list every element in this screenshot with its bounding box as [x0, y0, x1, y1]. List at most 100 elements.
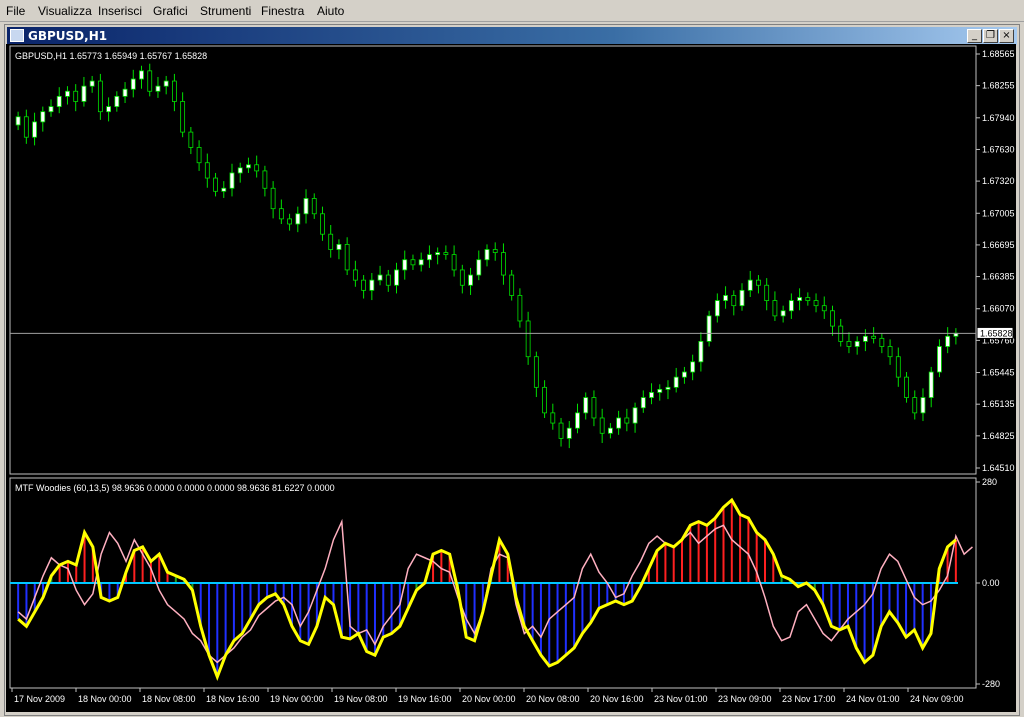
candle-body	[920, 397, 926, 414]
candle-body	[756, 279, 761, 286]
minimize-button[interactable]: _	[967, 29, 982, 43]
time-tick-label: 23 Nov 09:00	[718, 694, 772, 704]
candle-body	[188, 131, 194, 148]
indicator-tick-label: 280	[982, 477, 997, 487]
menu-inserisci[interactable]: Inserisci	[98, 4, 142, 18]
candle-body	[418, 259, 424, 266]
price-tick-label: 1.67320	[982, 176, 1015, 186]
candle-body	[270, 187, 276, 210]
candle-body	[813, 300, 819, 307]
candle-body	[616, 417, 622, 429]
candle-body	[879, 337, 885, 347]
close-button[interactable]: ×	[999, 29, 1014, 43]
candle-body	[320, 213, 325, 235]
candle-body	[846, 341, 852, 347]
candle-body	[56, 95, 62, 107]
candle-body	[698, 341, 704, 363]
candle-body	[871, 335, 877, 339]
candle-body	[295, 213, 301, 225]
menu-finestra[interactable]: Finestra	[261, 4, 304, 18]
time-tick-label: 24 Nov 09:00	[910, 694, 964, 704]
candle-body	[821, 305, 827, 312]
time-axis: 17 Nov 2009 18 Nov 00:00 18 Nov 08:00 18 No…	[11, 688, 964, 704]
candle-body	[484, 249, 490, 261]
indicator-axis: 280 0.00 -280	[976, 477, 1000, 689]
chart-window-icon	[10, 29, 24, 42]
candle-body	[937, 346, 942, 373]
candle-body	[204, 162, 210, 179]
price-tick-label: 1.65135	[982, 399, 1015, 409]
candle-body	[89, 80, 95, 87]
candle-body	[15, 116, 21, 126]
candle-body	[48, 106, 54, 113]
candle-body	[640, 397, 646, 409]
menu-aiuto[interactable]: Aiuto	[317, 4, 344, 18]
chart-window-title: GBPUSD,H1	[28, 29, 108, 43]
candle-body	[805, 297, 811, 301]
candle-body	[81, 85, 87, 102]
candle-body	[155, 85, 161, 92]
candle-body	[830, 310, 835, 327]
price-tick-label: 1.67005	[982, 208, 1015, 218]
chart-area[interactable]: GBPUSD,H1 1.65773 1.65949 1.65767 1.6582…	[6, 44, 1016, 712]
candle-body	[912, 397, 918, 414]
indicator-tick-label: -280	[982, 679, 1000, 689]
candle-body	[525, 320, 531, 358]
candle-body	[369, 279, 375, 291]
indicator-tick-label: 0.00	[982, 578, 1000, 588]
main-price-axis: 1.68565 1.68255 1.67940 1.67630 1.67320 1.670…	[976, 49, 1015, 473]
candle-body	[451, 254, 457, 271]
candle-body	[139, 70, 144, 80]
candle-body	[287, 218, 292, 225]
candle-body	[706, 315, 712, 342]
menu-strumenti[interactable]: Strumenti	[200, 4, 251, 18]
candle-body	[657, 388, 663, 393]
time-tick-label: 19 Nov 16:00	[398, 694, 452, 704]
time-tick-label: 18 Nov 16:00	[206, 694, 260, 704]
time-tick-label: 19 Nov 00:00	[270, 694, 324, 704]
candle-body	[262, 170, 268, 189]
candle-body	[237, 167, 243, 174]
candle-body	[410, 259, 416, 266]
candle-body	[673, 376, 679, 388]
main-pane-frame	[9, 45, 977, 475]
candle-body	[336, 244, 342, 250]
candle-body	[747, 279, 753, 291]
menu-grafici[interactable]: Grafici	[153, 4, 188, 18]
restore-button[interactable]: ❐	[983, 29, 998, 43]
candle-body	[130, 78, 136, 90]
candle-body	[40, 111, 46, 123]
time-tick-label: 20 Nov 16:00	[590, 694, 644, 704]
candle-body	[106, 106, 111, 113]
candle-body	[65, 90, 70, 97]
candle-body	[723, 295, 728, 301]
current-price-label: 1.65828	[980, 328, 1013, 338]
time-tick-label: 19 Nov 08:00	[334, 694, 388, 704]
price-tick-label: 1.66385	[982, 272, 1015, 282]
candle-body	[731, 295, 737, 307]
candle-body	[427, 254, 432, 261]
candle-body	[180, 101, 186, 133]
candle-body	[566, 427, 572, 439]
time-tick-label: 23 Nov 17:00	[782, 694, 836, 704]
candle-body	[172, 80, 177, 102]
candle-body	[311, 198, 317, 215]
menu-visualizza[interactable]: Visualizza	[38, 4, 92, 18]
candle-body	[468, 274, 473, 286]
indicator-label: MTF Woodies (60,13,5) 98.9636 0.0000 0.0…	[15, 483, 335, 493]
candle-body	[246, 164, 251, 169]
candle-body	[114, 95, 120, 107]
candle-body	[690, 361, 696, 373]
price-tick-label: 1.67940	[982, 113, 1015, 123]
candle-body	[928, 371, 934, 398]
candle-body	[23, 116, 29, 138]
candle-body	[895, 356, 901, 378]
time-tick-label: 18 Nov 00:00	[78, 694, 132, 704]
chart-window-titlebar[interactable]: GBPUSD,H1 _ ❐ ×	[7, 27, 1017, 45]
candle-body	[649, 392, 654, 398]
price-tick-label: 1.66070	[982, 304, 1015, 314]
candle-body	[303, 198, 309, 215]
price-tick-label: 1.68255	[982, 81, 1015, 91]
chart-canvas[interactable]: GBPUSD,H1 1.65773 1.65949 1.65767 1.6582…	[6, 44, 1016, 712]
menu-file[interactable]: File	[6, 4, 25, 18]
